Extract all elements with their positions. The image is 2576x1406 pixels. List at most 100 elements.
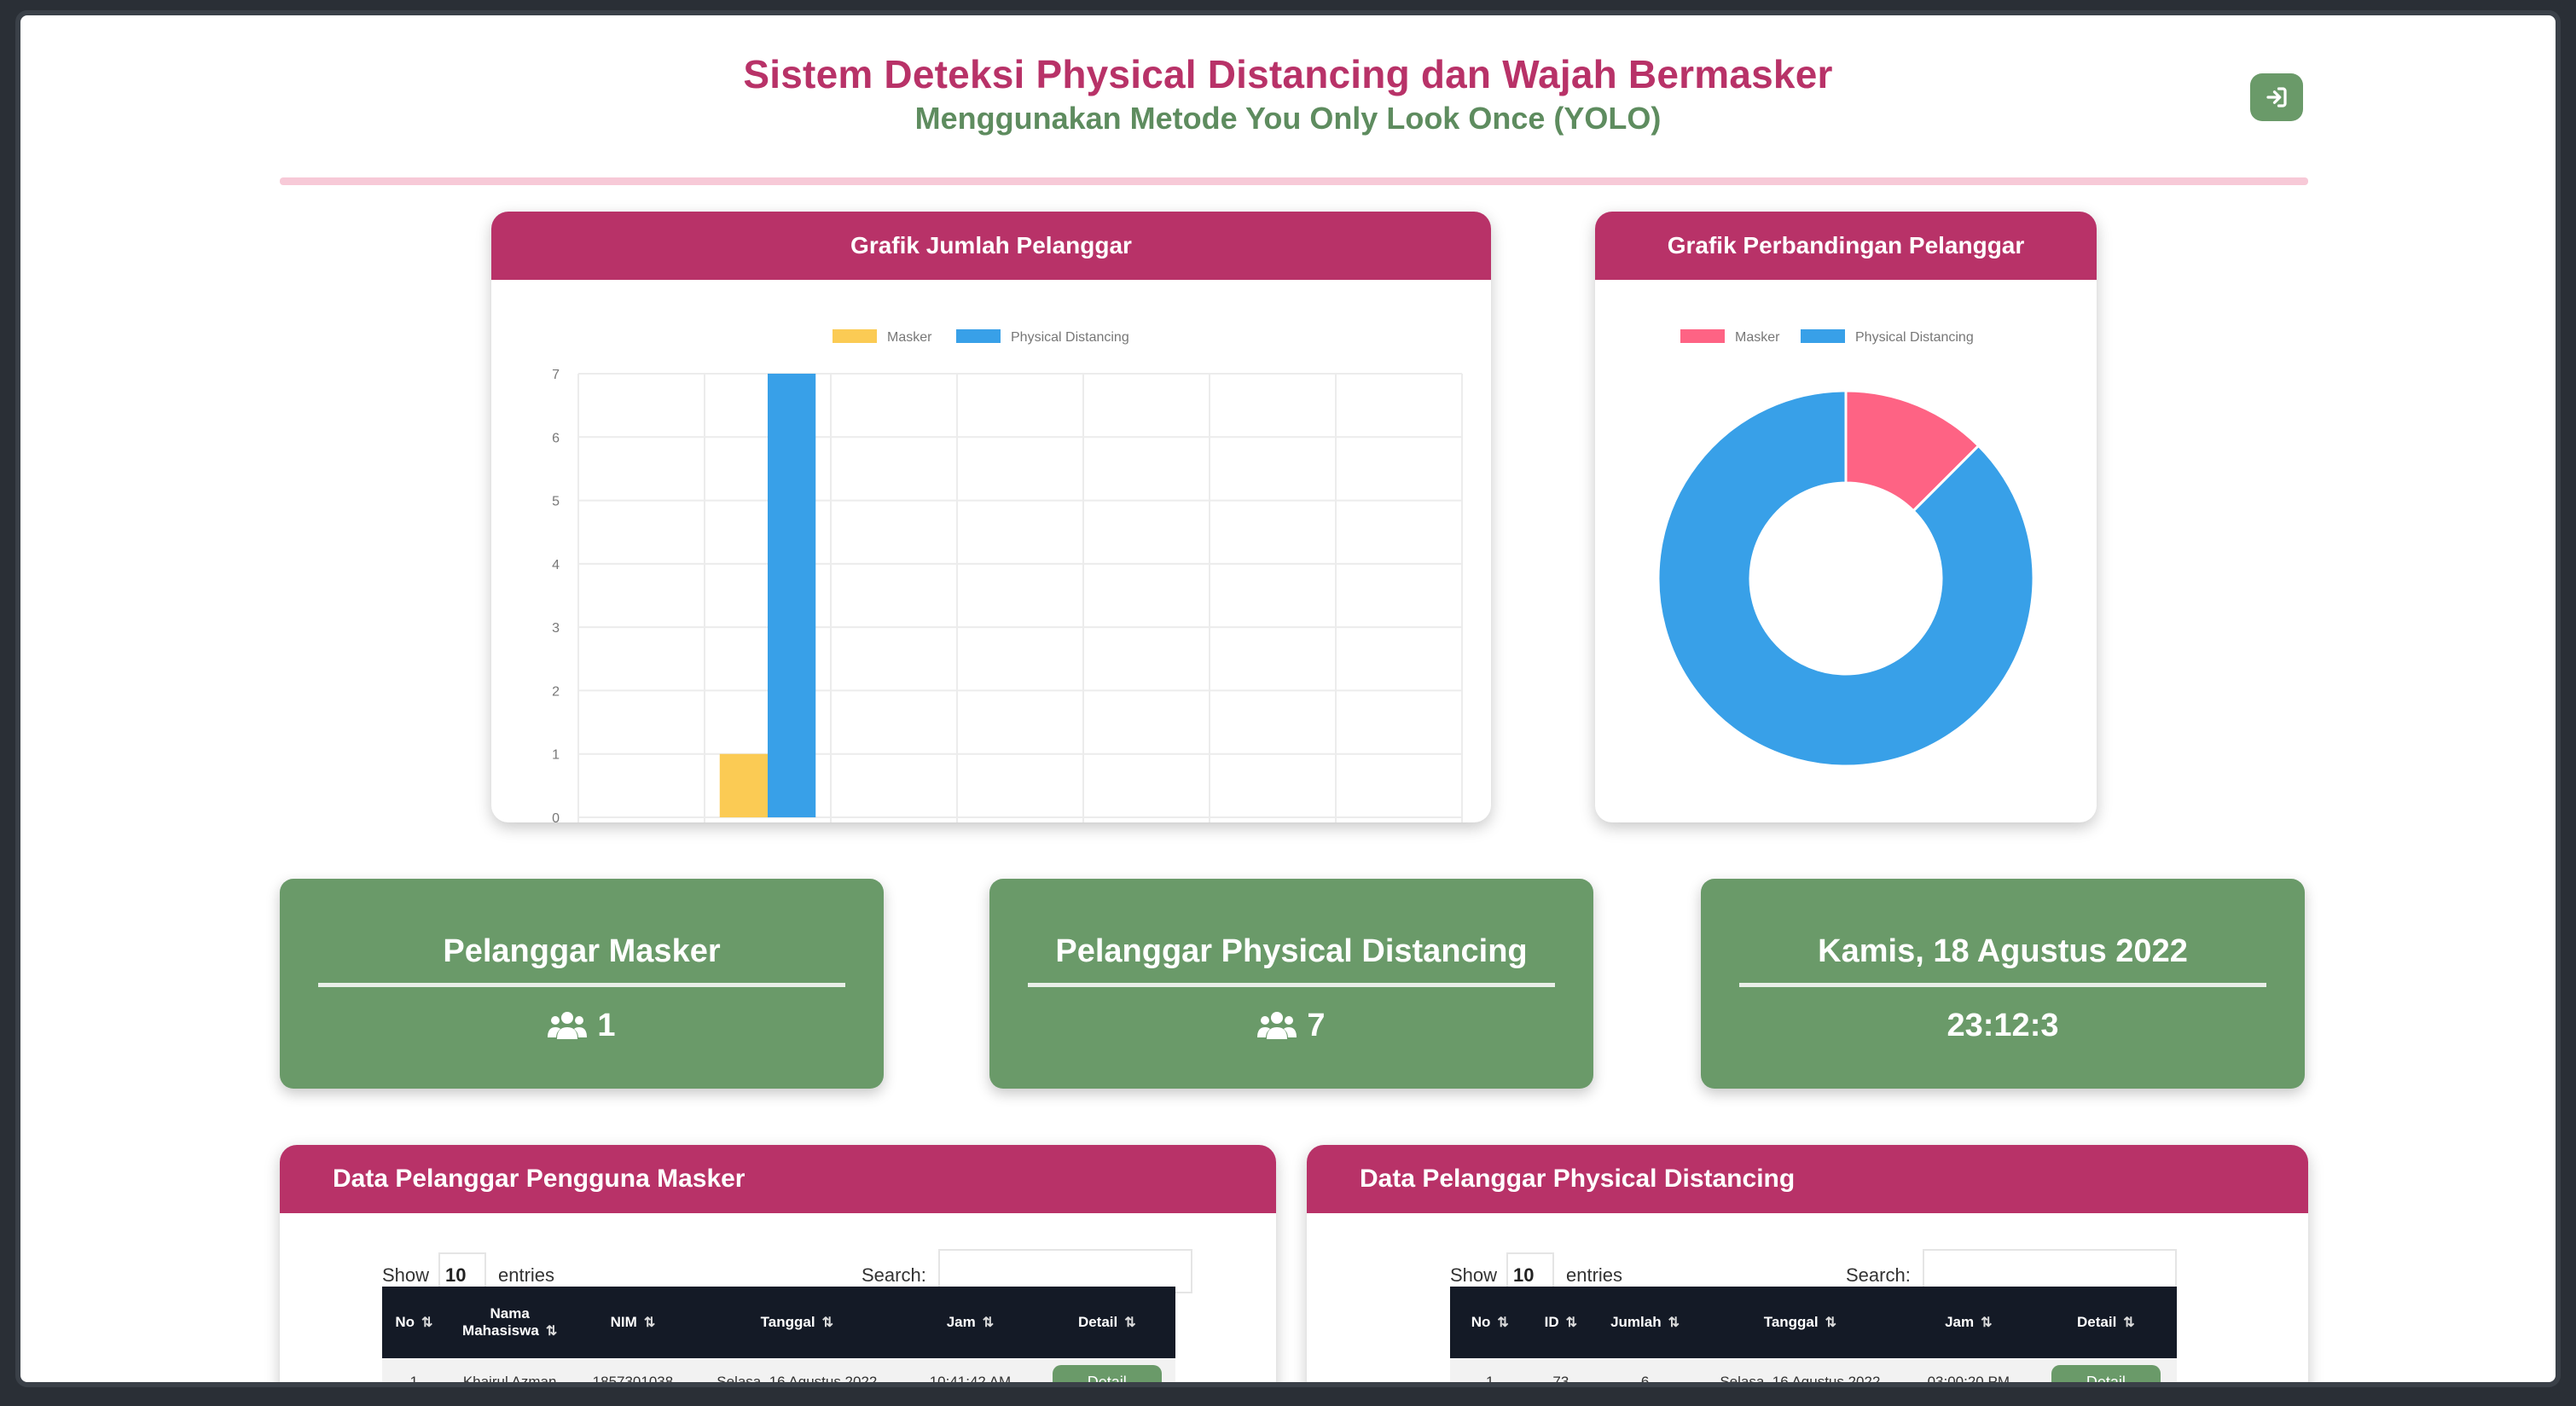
show-label: Show (1450, 1264, 1498, 1286)
page-title: Sistem Deteksi Physical Distancing dan W… (743, 52, 1833, 96)
column-header-no[interactable]: No ⇅ (1450, 1287, 1530, 1358)
cell-no: 1 (1486, 1374, 1494, 1387)
legend-label: Physical Distancing (1011, 330, 1129, 345)
sort-icon: ⇅ (1124, 1316, 1136, 1330)
y-tick-label: 5 (552, 495, 560, 509)
legend-swatch (833, 329, 877, 343)
bar (719, 753, 768, 817)
logout-button[interactable] (2250, 73, 2303, 121)
legend-swatch (1680, 329, 1725, 343)
search-label: Search: (862, 1264, 926, 1286)
cell-jam: 10:41:42 AM (929, 1374, 1012, 1387)
column-header-jam[interactable]: Jam ⇅ (902, 1287, 1038, 1358)
sort-icon: ⇅ (1668, 1316, 1680, 1330)
stat-value-row: 1 (280, 1006, 884, 1045)
column-header-id[interactable]: ID ⇅ (1530, 1287, 1593, 1358)
legend-swatch (956, 329, 1001, 343)
column-header-no[interactable]: No ⇅ (382, 1287, 446, 1358)
stat-value: 7 (1307, 1008, 1326, 1043)
table-controls: Show 10 entries Search: (1307, 1237, 2308, 1293)
physical-table-title: Data Pelanggar Physical Distancing (1307, 1145, 2308, 1213)
column-header-jam[interactable]: Jam ⇅ (1902, 1287, 2035, 1358)
physical-table-card: Data Pelanggar Physical Distancing Show … (1307, 1145, 2308, 1387)
bar-chart-title: Grafik Jumlah Pelanggar (491, 212, 1491, 280)
column-header-nim[interactable]: NIM ⇅ (573, 1287, 692, 1358)
table-header-row: No ⇅ ID ⇅ Jumlah ⇅ Tanggal ⇅ Jam ⇅ Detail ⇅ (1450, 1287, 2177, 1358)
column-header-detail[interactable]: Detail ⇅ (1039, 1287, 1175, 1358)
stat-card-masker: Pelanggar Masker 1 (280, 879, 884, 1089)
stat-divider (1028, 983, 1555, 987)
stat-value-row: 7 (989, 1006, 1593, 1045)
sort-icon: ⇅ (821, 1316, 833, 1330)
page-subtitle: Menggunakan Metode You Only Look Once (Y… (914, 101, 1662, 136)
stat-time: 23:12:3 (1947, 1008, 2059, 1043)
y-tick-label: 4 (552, 558, 560, 572)
y-tick-label: 3 (552, 621, 560, 636)
entries-label: entries (1566, 1264, 1623, 1286)
stat-card-datetime: Kamis, 18 Agustus 2022 23:12:3 (1701, 879, 2305, 1089)
app-window: Sistem Deteksi Physical Distancing dan W… (15, 10, 2561, 1387)
table-row: 1 73 6 Selasa, 16 Agustus 2022 03:00:20 … (1450, 1358, 2177, 1387)
donut-slice (1656, 389, 2035, 768)
column-header-tanggal[interactable]: Tanggal ⇅ (1698, 1287, 1902, 1358)
detail-button[interactable]: Detail (2051, 1365, 2161, 1382)
bar (768, 374, 816, 817)
stat-title: Pelanggar Physical Distancing (1055, 933, 1528, 969)
stat-date: Kamis, 18 Agustus 2022 (1818, 933, 2188, 969)
physical-table: No ⇅ ID ⇅ Jumlah ⇅ Tanggal ⇅ Jam ⇅ Detail ⇅ 1 … (1450, 1287, 2177, 1387)
sort-icon: ⇅ (1981, 1316, 1993, 1330)
y-tick-label: 1 (552, 748, 560, 763)
cell-nim: 1857301038 (592, 1374, 674, 1387)
sort-icon: ⇅ (643, 1316, 656, 1330)
entries-label: entries (498, 1264, 555, 1286)
column-header-jumlah[interactable]: Jumlah ⇅ (1592, 1287, 1698, 1358)
masker-table-title: Data Pelanggar Pengguna Masker (280, 1145, 1276, 1213)
cell-detail: Detail (2035, 1358, 2177, 1382)
y-tick-label: 6 (552, 431, 560, 445)
table-header-row: No ⇅ Nama Mahasiswa ⇅ NIM ⇅ Tanggal ⇅ Jam ⇅ D… (382, 1287, 1175, 1358)
cell-tanggal: Selasa, 16 Agustus 2022 (717, 1374, 878, 1387)
column-header-nama[interactable]: Nama Mahasiswa ⇅ (446, 1287, 574, 1358)
cell-no: 1 (409, 1374, 419, 1387)
stat-divider (318, 983, 845, 987)
legend-label: Masker (887, 330, 932, 345)
detail-button[interactable]: Detail (1052, 1365, 1162, 1382)
cell-jumlah: 6 (1640, 1374, 1650, 1387)
page-header: Sistem Deteksi Physical Distancing dan W… (20, 49, 2556, 138)
table-controls: Show 10 entries Search: (280, 1237, 1276, 1293)
cell-jam: 03:00:20 PM (1927, 1374, 2010, 1387)
masker-table-card: Data Pelanggar Pengguna Masker Show 10 e… (280, 1145, 1276, 1387)
bar-chart: MaskerPhysical Distancing01234567SeninSe… (552, 329, 1463, 822)
stat-card-physical-distancing: Pelanggar Physical Distancing 7 (989, 879, 1593, 1089)
sort-icon: ⇅ (2123, 1316, 2135, 1330)
stat-value: 1 (597, 1008, 616, 1043)
donut-chart: Masker Physical Distancing (1656, 329, 2035, 768)
donut-chart-title: Grafik Perbandingan Pelanggar (1595, 212, 2097, 280)
sort-icon: ⇅ (1565, 1316, 1578, 1330)
users-icon (548, 1012, 588, 1039)
stat-title: Pelanggar Masker (443, 933, 721, 969)
cell-tanggal: Selasa, 16 Agustus 2022 (1720, 1374, 1881, 1387)
legend-label: Physical Distancing (1855, 330, 1974, 345)
column-header-detail[interactable]: Detail ⇅ (2035, 1287, 2177, 1358)
show-label: Show (382, 1264, 430, 1286)
cell-detail: Detail (1039, 1358, 1175, 1382)
donut-chart-card: Grafik Perbandingan Pelanggar Masker Phys… (1595, 212, 2097, 822)
stat-divider (1739, 983, 2266, 987)
sort-icon: ⇅ (982, 1316, 995, 1330)
header-divider (280, 177, 2308, 185)
y-tick-label: 0 (552, 811, 560, 822)
sort-icon: ⇅ (1825, 1316, 1837, 1330)
cell-nama: Khairul Azman (462, 1374, 557, 1387)
cell-id: 73 (1552, 1374, 1569, 1387)
bar-chart-card: Grafik Jumlah Pelanggar Masker Physical D… (491, 212, 1491, 822)
column-header-tanggal[interactable]: Tanggal ⇅ (692, 1287, 902, 1358)
masker-table: No ⇅ Nama Mahasiswa ⇅ NIM ⇅ Tanggal ⇅ Jam ⇅ D… (382, 1287, 1175, 1387)
y-tick-label: 2 (552, 684, 560, 699)
sort-icon: ⇅ (421, 1316, 433, 1330)
legend-label: Masker (1735, 330, 1780, 345)
search-label: Search: (1846, 1264, 1911, 1286)
users-icon (1257, 1012, 1297, 1039)
sort-icon: ⇅ (545, 1324, 558, 1339)
sort-icon: ⇅ (1497, 1316, 1509, 1330)
